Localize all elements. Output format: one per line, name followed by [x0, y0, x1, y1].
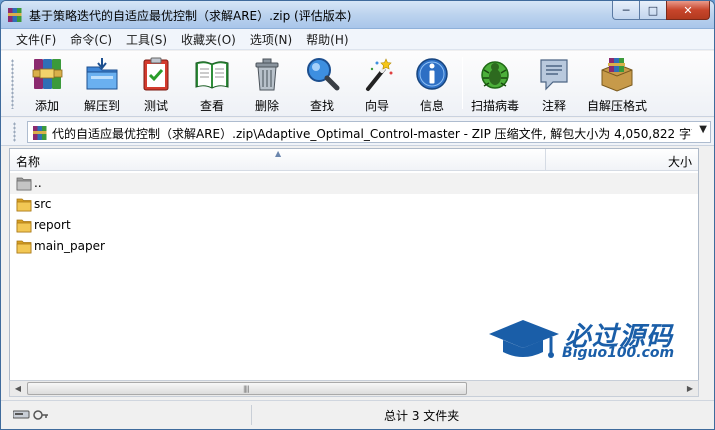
status-separator — [251, 405, 252, 425]
find-button[interactable]: 查找 — [295, 55, 349, 115]
virus-scan-icon — [481, 61, 509, 89]
minimize-button[interactable]: ─ — [612, 1, 639, 20]
status-bar: 总计 3 文件夹 — [1, 400, 714, 429]
scroll-thumb[interactable]: |||| — [27, 382, 467, 395]
menu-help[interactable]: 帮助(H) — [299, 31, 355, 48]
scroll-right-button[interactable]: ▶ — [682, 381, 698, 396]
info-icon — [416, 58, 448, 90]
find-icon — [307, 58, 340, 91]
item-name: src — [34, 197, 52, 211]
extract-button[interactable]: 解压到 — [75, 55, 129, 115]
address-grip[interactable] — [13, 122, 16, 142]
scroll-thumb-grip: |||| — [243, 385, 250, 393]
wizard-button[interactable]: 向导 — [350, 55, 404, 115]
menu-file[interactable]: 文件(F) — [9, 31, 63, 48]
status-summary: 总计 3 文件夹 — [384, 409, 460, 423]
sfx-icon — [601, 58, 633, 92]
close-button[interactable]: ✕ — [666, 1, 710, 20]
sort-ascending-icon: ▲ — [275, 149, 282, 158]
list-item-parent[interactable]: .. — [10, 173, 698, 194]
watermark-en-text: Biguo100.com — [562, 345, 675, 361]
delete-icon — [255, 58, 279, 91]
toolbar-grip[interactable] — [11, 59, 14, 109]
test-icon — [143, 57, 169, 91]
virus-scan-label: 扫描病毒 — [470, 99, 519, 113]
toolbar: 添加 解压到 测试 查看 删除 查找 向导 信息 扫描病毒 注释 自解压格式 — [1, 51, 714, 117]
window-title: 基于策略迭代的自适应最优控制（求解ARE）.zip (评估版本) — [29, 9, 352, 23]
menu-options[interactable]: 选项(N) — [243, 31, 299, 48]
test-label: 测试 — [143, 99, 168, 113]
list-item-src[interactable]: src — [10, 194, 545, 215]
column-size[interactable]: 大小 — [668, 153, 692, 170]
view-button[interactable]: 查看 — [185, 55, 239, 115]
item-name: report — [34, 218, 71, 232]
sfx-button[interactable]: 自解压格式 — [587, 55, 648, 115]
find-label: 查找 — [309, 99, 334, 113]
watermark-logo: 必过源码 Biguo100.com — [487, 312, 687, 368]
folder-icon — [16, 219, 32, 233]
parent-folder-icon — [16, 177, 32, 191]
sfx-label: 自解压格式 — [587, 99, 648, 113]
add-label: 添加 — [34, 99, 59, 113]
item-name: main_paper — [34, 239, 105, 253]
view-icon — [195, 61, 229, 89]
comment-icon — [540, 59, 568, 91]
extract-label: 解压到 — [83, 99, 120, 113]
info-label: 信息 — [419, 99, 444, 113]
folder-icon — [16, 198, 32, 212]
virus-scan-button[interactable]: 扫描病毒 — [468, 55, 522, 115]
menu-bar: 文件(F) 命令(C) 工具(S) 收藏夹(O) 选项(N) 帮助(H) — [1, 29, 714, 50]
comment-button[interactable]: 注释 — [527, 55, 581, 115]
scroll-corner — [699, 148, 713, 397]
graduation-cap-icon — [489, 320, 559, 358]
item-name: .. — [34, 176, 42, 190]
comment-label: 注释 — [541, 99, 566, 113]
title-bar[interactable]: 基于策略迭代的自适应最优控制（求解ARE）.zip (评估版本) ─ □ ✕ — [1, 1, 714, 29]
file-list-header: 名称 ▲ 大小 — [10, 149, 698, 171]
address-bar: 代的自适应最优控制（求解ARE）.zip\Adaptive_Optimal_Co… — [1, 118, 714, 146]
extract-icon — [86, 58, 118, 90]
scroll-left-button[interactable]: ◀ — [10, 381, 26, 396]
view-label: 查看 — [199, 99, 224, 113]
add-button[interactable]: 添加 — [20, 55, 74, 115]
window-controls: ─ □ ✕ — [612, 1, 710, 21]
toolbar-separator — [462, 57, 463, 109]
list-item-main-paper[interactable]: main_paper — [10, 236, 545, 257]
path-combobox[interactable]: 代的自适应最优控制（求解ARE）.zip\Adaptive_Optimal_Co… — [27, 121, 711, 143]
delete-label: 删除 — [254, 99, 279, 113]
delete-button[interactable]: 删除 — [240, 55, 294, 115]
wizard-label: 向导 — [364, 99, 389, 113]
column-name[interactable]: 名称 — [16, 153, 40, 170]
menu-commands[interactable]: 命令(C) — [63, 31, 119, 48]
winrar-window: 基于策略迭代的自适应最优控制（求解ARE）.zip (评估版本) ─ □ ✕ 文… — [0, 0, 715, 430]
wizard-icon — [366, 58, 393, 91]
menu-favorites[interactable]: 收藏夹(O) — [174, 31, 243, 48]
winrar-app-icon[interactable] — [7, 7, 23, 23]
horizontal-scrollbar[interactable]: ◀ |||| ▶ — [9, 380, 699, 397]
archive-icon — [33, 126, 47, 140]
drive-icon[interactable] — [13, 408, 49, 422]
info-button[interactable]: 信息 — [405, 55, 459, 115]
maximize-button[interactable]: □ — [639, 1, 666, 20]
folder-icon — [16, 240, 32, 254]
path-dropdown-arrow[interactable]: ▼ — [699, 124, 707, 135]
add-icon — [32, 59, 63, 89]
menu-tools[interactable]: 工具(S) — [119, 31, 174, 48]
column-divider[interactable] — [545, 149, 546, 171]
test-button[interactable]: 测试 — [129, 55, 183, 115]
current-path: 代的自适应最优控制（求解ARE）.zip\Adaptive_Optimal_Co… — [52, 127, 692, 141]
list-item-report[interactable]: report — [10, 215, 545, 236]
